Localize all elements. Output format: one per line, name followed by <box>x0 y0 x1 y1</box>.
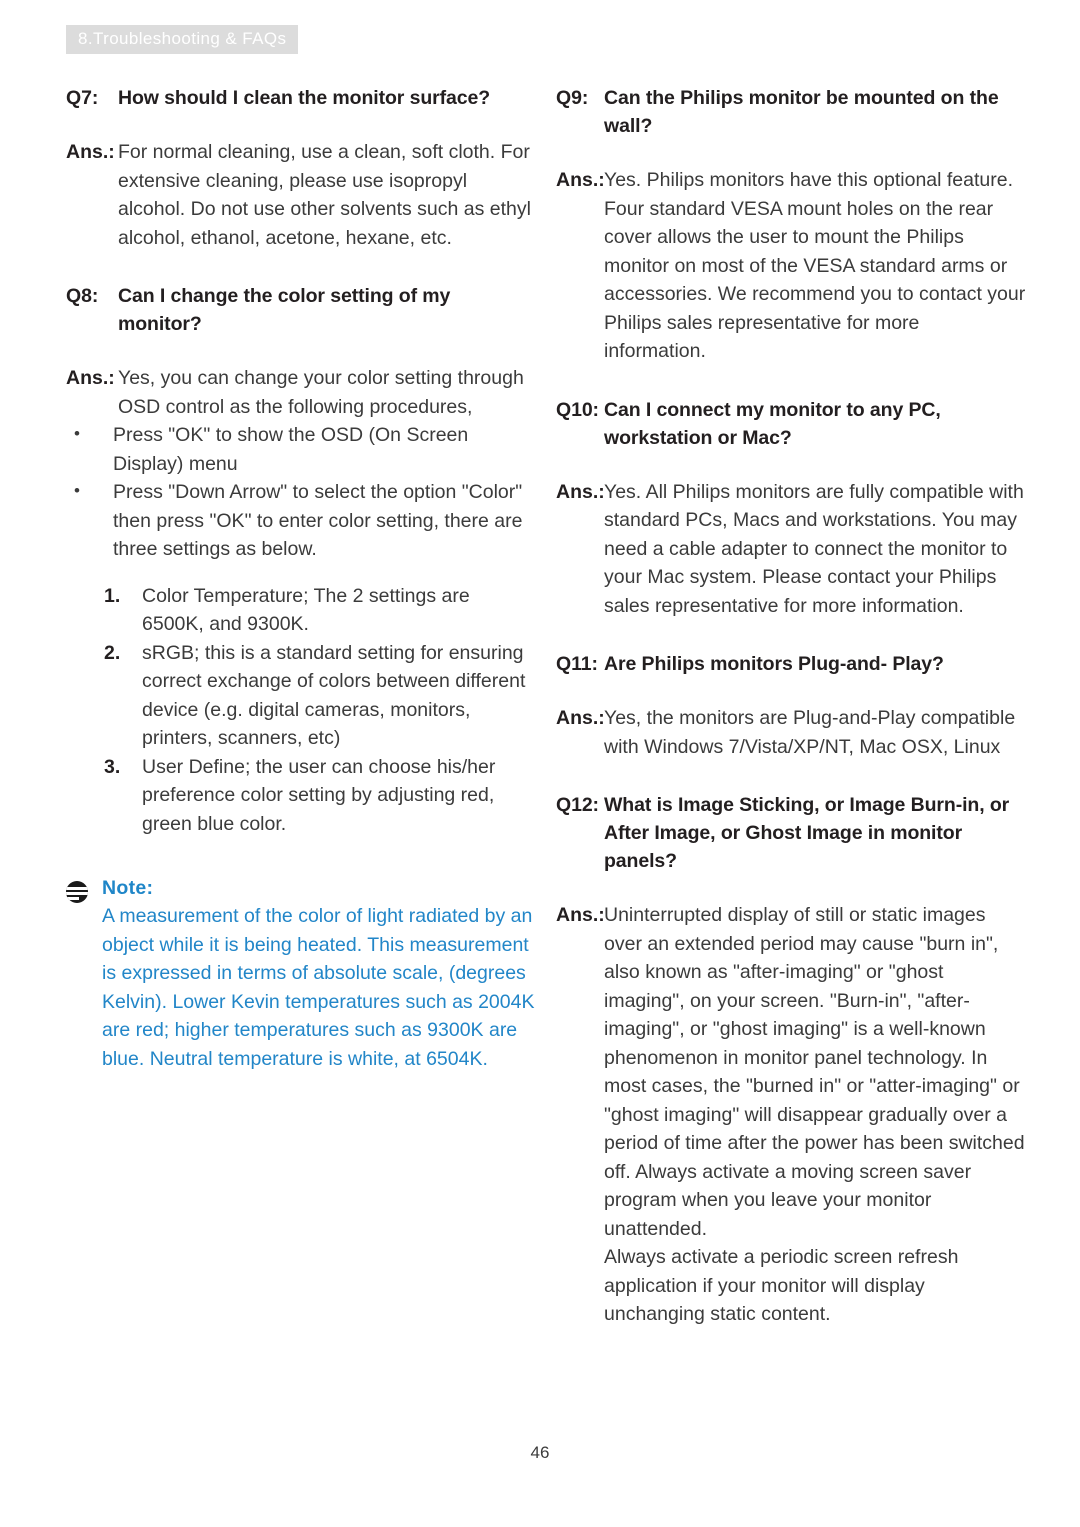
q10-answer-text: Yes. All Philips monitors are fully comp… <box>604 480 1024 617</box>
question-q10: Q10: Can I connect my monitor to any PC,… <box>556 396 1026 452</box>
note-lines-icon <box>66 881 88 903</box>
q8-bullet-list: Press "OK" to show the OSD (On Screen Di… <box>66 420 536 564</box>
left-column: Q7: How should I clean the monitor surfa… <box>66 84 536 1073</box>
question-q11: Q11: Are Philips monitors Plug-and- Play… <box>556 650 1026 678</box>
list-item: 2. sRGB; this is a standard setting for … <box>104 639 536 753</box>
q9-label: Q9: <box>556 87 589 109</box>
list-item-text: Color Temperature; The 2 settings are 65… <box>142 584 470 636</box>
question-q7: Q7: How should I clean the monitor surfa… <box>66 84 536 112</box>
note-callout: Note: A measurement of the color of ligh… <box>66 874 536 1073</box>
q12-question-text: What is Image Sticking, or Image Burn-in… <box>604 794 1010 872</box>
q8-question-text: Can I change the color setting of my mon… <box>118 285 451 335</box>
q12-answer-paragraph-1: Uninterrupted display of still or static… <box>604 904 1025 1240</box>
question-q9: Q9: Can the Philips monitor be mounted o… <box>556 84 1026 140</box>
list-item-number: 1. <box>104 584 121 607</box>
q8-numbered-list: 1. Color Temperature; The 2 settings are… <box>66 582 536 839</box>
list-item-text: sRGB; this is a standard setting for ens… <box>142 641 526 750</box>
page-number: 46 <box>530 1443 550 1462</box>
answer-q7: Ans.: For normal cleaning, use a clean, … <box>66 138 536 252</box>
q12-ans-label: Ans.: <box>556 904 605 926</box>
q8-label: Q8: <box>66 285 99 307</box>
q7-ans-label: Ans.: <box>66 141 115 163</box>
q10-label: Q10: <box>556 398 599 421</box>
q12-answer-body: Uninterrupted display of still or static… <box>604 901 1026 1329</box>
q10-question-text: Can I connect my monitor to any PC, work… <box>604 398 941 449</box>
answer-q11: Ans.: Yes, the monitors are Plug-and-Pla… <box>556 704 1026 761</box>
q11-label: Q11: <box>556 653 598 675</box>
q12-answer-paragraph-2: Always activate a periodic screen refres… <box>604 1246 959 1325</box>
list-item: 3. User Define; the user can choose his/… <box>104 753 536 839</box>
q9-answer-text: Yes. Philips monitors have this optional… <box>604 169 1026 362</box>
answer-q9: Ans.: Yes. Philips monitors have this op… <box>556 166 1026 366</box>
q7-answer-text: For normal cleaning, use a clean, soft c… <box>118 141 531 249</box>
question-q8: Q8: Can I change the color setting of my… <box>66 282 536 338</box>
q12-label: Q12: <box>556 794 599 816</box>
q11-question-text: Are Philips monitors Plug-and- Play? <box>604 653 944 675</box>
q11-answer-text: Yes, the monitors are Plug-and-Play comp… <box>604 707 1016 758</box>
answer-q8: Ans.: Yes, you can change your color set… <box>66 364 536 421</box>
q8-answer-text: Yes, you can change your color setting t… <box>118 367 524 418</box>
note-title: Note: <box>102 877 154 899</box>
q7-question-text: How should I clean the monitor surface? <box>118 87 491 109</box>
q11-ans-label: Ans.: <box>556 707 605 729</box>
q8-ans-label: Ans.: <box>66 367 115 389</box>
right-column: Q9: Can the Philips monitor be mounted o… <box>556 84 1026 1359</box>
q10-ans-label: Ans.: <box>556 480 605 503</box>
note-text: A measurement of the color of light radi… <box>102 905 535 1070</box>
q9-question-text: Can the Philips monitor be mounted on th… <box>604 87 999 137</box>
answer-q10: Ans.: Yes. All Philips monitors are full… <box>556 478 1026 621</box>
chapter-header-tag: 8.Troubleshooting & FAQs <box>66 25 299 54</box>
q7-label: Q7: <box>66 87 99 109</box>
list-item-number: 2. <box>104 641 121 664</box>
list-item-number: 3. <box>104 755 121 778</box>
list-item: 1. Color Temperature; The 2 settings are… <box>104 582 536 639</box>
list-item-text: User Define; the user can choose his/her… <box>142 755 496 835</box>
question-q12: Q12: What is Image Sticking, or Image Bu… <box>556 791 1026 875</box>
list-item: Press "Down Arrow" to select the option … <box>74 477 536 564</box>
answer-q12: Ans.: Uninterrupted display of still or … <box>556 901 1026 1329</box>
q9-ans-label: Ans.: <box>556 169 605 191</box>
list-item: Press "OK" to show the OSD (On Screen Di… <box>74 420 536 478</box>
